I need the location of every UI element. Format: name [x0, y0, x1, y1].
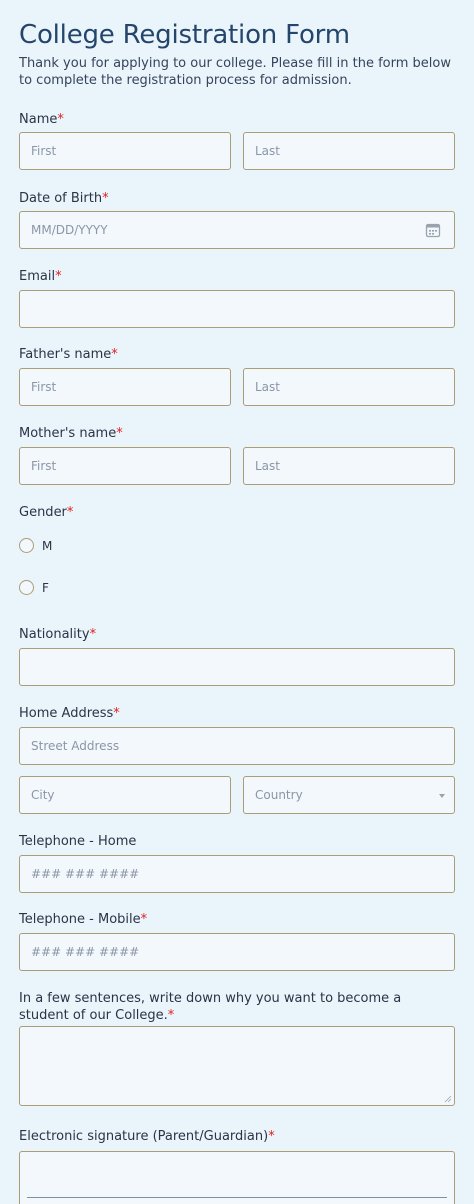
radio-button[interactable] — [19, 538, 34, 553]
nationality-input[interactable] — [19, 648, 455, 686]
home-address-label: Home Address* — [19, 706, 120, 721]
street-address-input[interactable]: Street Address — [19, 727, 455, 765]
telephone-home-label: Telephone - Home — [19, 834, 137, 849]
telephone-home-input[interactable]: ### ### #### — [19, 855, 455, 893]
gender-option-f[interactable]: F — [19, 580, 49, 595]
father-first-input[interactable]: First — [19, 368, 231, 406]
dob-input[interactable]: MM/DD/YYYY — [19, 211, 455, 249]
page-title: College Registration Form — [19, 20, 350, 50]
mother-name-label: Mother's name* — [19, 426, 123, 441]
name-first-input[interactable]: First — [19, 132, 231, 170]
chevron-down-icon — [439, 794, 445, 798]
resize-handle-icon[interactable] — [444, 1095, 452, 1103]
email-input[interactable] — [19, 290, 455, 328]
why-label: In a few sentences, write down why you w… — [19, 991, 402, 1023]
mother-last-input[interactable]: Last — [243, 447, 455, 485]
father-last-input[interactable]: Last — [243, 368, 455, 406]
form-description: Thank you for applying to our college. P… — [19, 56, 451, 88]
radio-button[interactable] — [19, 580, 34, 595]
name-label: Name* — [19, 112, 64, 127]
dob-label: Date of Birth* — [19, 191, 109, 206]
signature-pad[interactable] — [19, 1151, 455, 1204]
why-textarea[interactable] — [19, 1026, 455, 1106]
telephone-mobile-label: Telephone - Mobile* — [19, 912, 148, 927]
calendar-icon[interactable] — [425, 222, 441, 238]
email-label: Email* — [19, 269, 62, 284]
country-select[interactable]: Country — [243, 776, 455, 814]
telephone-mobile-input[interactable]: ### ### #### — [19, 933, 455, 971]
signature-line — [27, 1197, 447, 1198]
mother-first-input[interactable]: First — [19, 447, 231, 485]
nationality-label: Nationality* — [19, 627, 97, 642]
signature-label: Electronic signature (Parent/Guardian)* — [19, 1129, 275, 1144]
gender-label: Gender* — [19, 505, 74, 520]
gender-option-m[interactable]: M — [19, 538, 52, 553]
name-last-input[interactable]: Last — [243, 132, 455, 170]
city-input[interactable]: City — [19, 776, 231, 814]
father-name-label: Father's name* — [19, 347, 118, 362]
